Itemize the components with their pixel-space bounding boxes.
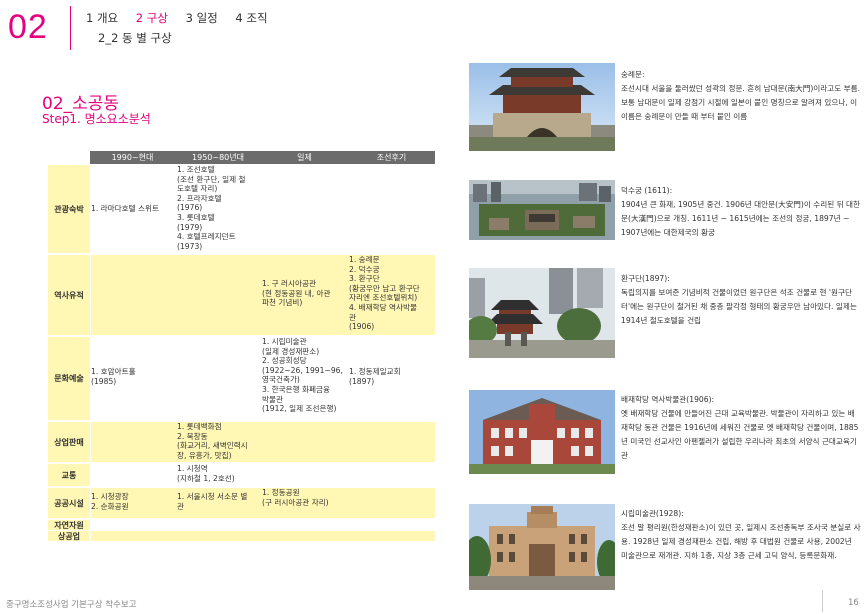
landmark-text: 조선시대 서울을 둘러쌌던 성곽의 정문. 흔히 남대문(南大門)이라고도 부름… [621, 84, 861, 121]
landmark-name: 배재학당 역사박물관(1906): [621, 395, 715, 404]
photo-seoul-museum-of-art [469, 504, 615, 590]
table-cell: 1. 정동공원 (구 러시아공관 자리) [262, 488, 329, 507]
table-cell: 1. 시청역 (지하철 1, 2호선) [177, 464, 235, 483]
landmark-desc-deoksugung: 덕수궁 (1611): 1904년 큰 화재, 1905년 중건. 1906년 … [621, 184, 861, 240]
row-label-commerce: 상업판매 [48, 422, 90, 462]
photo-paichai-museum [469, 390, 615, 474]
table-cell: 1. 라마다호텔 스위트 [91, 204, 159, 213]
landmark-desc-paichai: 배재학당 역사박물관(1906): 옛 배재학당 건물에 만들어진 근대 교육박… [621, 393, 861, 463]
landmark-text: 독립의지를 보여준 기념비적 건물이었던 원구단은 석조 건물로 현 '원구단 … [621, 288, 857, 325]
landmark-name: 숭례문: [621, 70, 645, 79]
table-cell: 1. 조선호텔 (조선 환구단, 일제 철 도호텔 자리) 2. 프라자호텔 (… [177, 165, 246, 251]
table-cell: 1. 정동제일교회 (1897) [349, 367, 401, 386]
landmark-desc-museum-of-art: 시립미술관(1928): 조선 말 평리원(한성재판소)이 있던 곳, 일제시 … [621, 507, 861, 563]
photo-deoksugung [469, 180, 615, 240]
landmark-text: 조선 말 평리원(한성재판소)이 있던 곳, 일제시 조선총독부 조사국 분실로… [621, 523, 861, 560]
table-cell: 1. 구 러시아공관 (현 정동공원 내, 아관 파천 기념비) [262, 279, 331, 308]
footer-report-title: 중구명소조성사업 기본구상 착수보고 [6, 600, 137, 610]
table-cell: 1. 서울시청 서소문 별 관 [177, 492, 248, 511]
table-cell: 1. 호암아트홀 (1985) [91, 367, 136, 386]
landmark-desc-hwangudan: 환구단(1897): 독립의지를 보여준 기념비적 건물이었던 원구단은 석조 … [621, 272, 861, 328]
nav-item-overview[interactable]: 1 개요 [86, 11, 118, 25]
table-cell: 1. 숭례문 2. 덕수궁 3. 환구단 (황궁우만 남고 환구단 자리엔 조선… [349, 255, 420, 332]
row-label-tourism: 관광숙박 [48, 165, 90, 253]
chapter-number: 02 [8, 8, 48, 46]
sub-nav: 2_2 동 별 구상 [98, 31, 172, 45]
landmark-desc-sungnyemun: 숭례문: 조선시대 서울을 둘러쌌던 성곽의 정문. 흔히 남대문(南大門)이라… [621, 68, 861, 124]
table-cell: 1. 시청광장 2. 순화공원 [91, 492, 129, 511]
landmark-name: 덕수궁 (1611): [621, 186, 673, 195]
photo-hwangudan [469, 268, 615, 358]
nav-item-organization[interactable]: 4 조직 [235, 11, 267, 25]
col-header-1990: 1990~현대 [90, 151, 175, 164]
row-label-industry: 상공업 [48, 531, 90, 541]
step-title: Step1. 명소요소분석 [42, 112, 151, 126]
row-label-public: 공공시설 [48, 488, 90, 518]
row-fill [91, 531, 435, 541]
photo-sungnyemun [469, 63, 615, 151]
landmark-name: 환구단(1897): [621, 274, 670, 283]
nav-item-schedule[interactable]: 3 일정 [186, 11, 218, 25]
row-label-transport: 교통 [48, 464, 90, 486]
header-divider [70, 6, 71, 50]
table-cell: 1. 시립미술관 (일제 경성재판소) 2. 성공회성당 (1922~26, 1… [262, 337, 343, 414]
landmark-text: 옛 배재학당 건물에 만들어진 근대 교육박물관. 박물관이 자리하고 있는 배… [621, 409, 859, 460]
row-label-culture: 문화예술 [48, 337, 90, 420]
col-header-joseon: 조선후기 [348, 151, 435, 164]
col-header-japanese-era: 일제 [261, 151, 348, 164]
top-nav: 1 개요 2 구상 3 일정 4 조직 [86, 10, 282, 26]
table-cell: 1. 롯데백화점 2. 북창동 (화교거리, 새벽인력시 장, 유흥가, 맛집) [177, 422, 248, 460]
table-header: 1990~현대 1950~80년대 일제 조선후기 [48, 151, 435, 164]
landmark-table: 1990~현대 1950~80년대 일제 조선후기 관광숙박 1. 라마다호텔 … [48, 151, 435, 541]
nav-item-plan[interactable]: 2 구상 [136, 11, 168, 25]
col-header-1950: 1950~80년대 [175, 151, 261, 164]
landmark-name: 시립미술관(1928): [621, 509, 684, 518]
page-number: 16 [848, 598, 859, 608]
footer-divider [822, 590, 823, 612]
row-fill [91, 422, 435, 462]
header-corner [48, 151, 90, 164]
landmark-text: 1904년 큰 화재, 1905년 중건. 1906년 대안문(大安門)이 수리… [621, 200, 860, 237]
row-label-nature: 자연자원 [48, 520, 90, 530]
row-label-history: 역사유적 [48, 255, 90, 335]
